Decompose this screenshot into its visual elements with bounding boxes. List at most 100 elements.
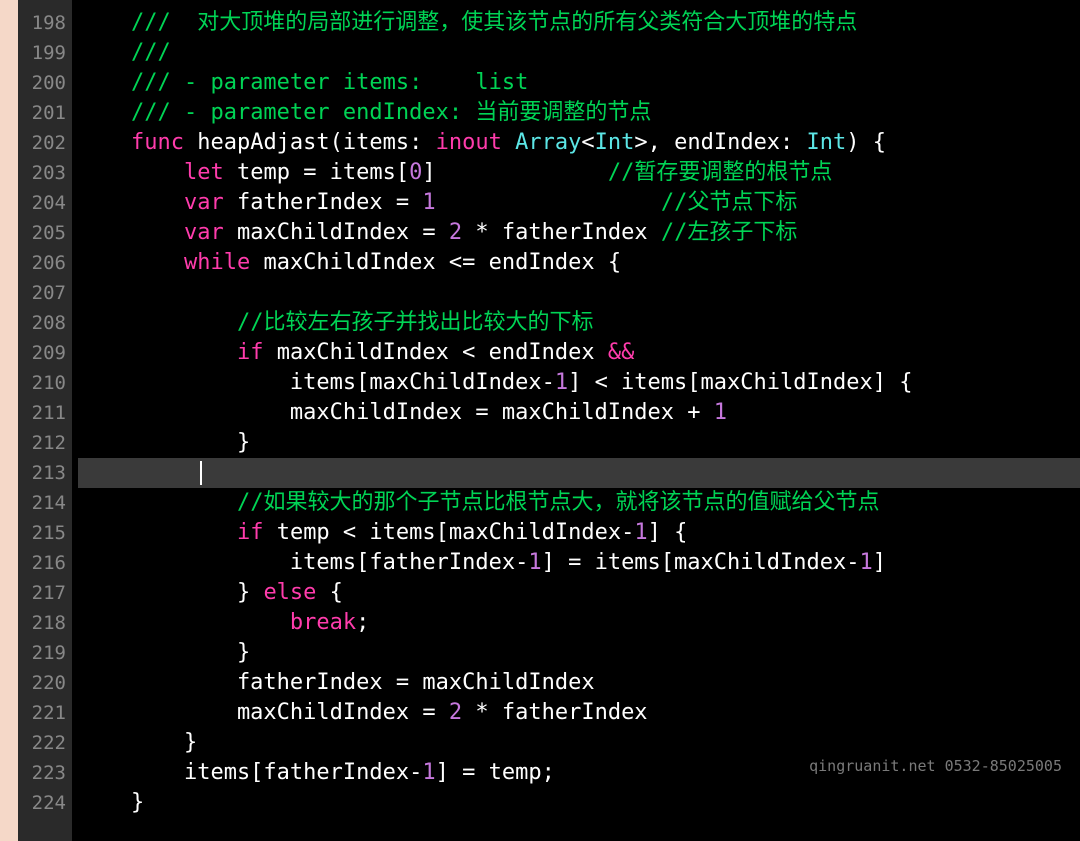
code-token: if [237, 340, 264, 365]
line-number: 220 [22, 668, 66, 698]
code-line[interactable]: //如果较大的那个子节点比根节点大，就将该节点的值赋给父节点 [78, 488, 1080, 518]
code-line[interactable]: fatherIndex = maxChildIndex [78, 668, 1080, 698]
code-token: var [184, 190, 224, 215]
line-number: 205 [22, 218, 66, 248]
line-number: 199 [22, 38, 66, 68]
code-token: 2 [449, 700, 462, 725]
code-line[interactable]: let temp = items[0] //暂存要调整的根节点 [78, 158, 1080, 188]
text-cursor [200, 461, 202, 485]
code-line[interactable]: } [78, 788, 1080, 818]
code-token: else [263, 580, 316, 605]
code-line[interactable]: items[fatherIndex- 1] = items[maxChildInd… [78, 548, 1080, 578]
code-token: } [78, 430, 250, 455]
code-line[interactable]: } [78, 638, 1080, 668]
code-token: while [184, 250, 250, 275]
code-token: items[fatherIndex- [78, 550, 528, 575]
code-token: items[fatherIndex- [78, 760, 422, 785]
code-token: 1 [634, 520, 647, 545]
code-token [78, 220, 184, 245]
code-line[interactable]: } else { [78, 578, 1080, 608]
line-number: 213 [22, 458, 66, 488]
line-number: 218 [22, 608, 66, 638]
code-token: maxChildIndex = [224, 220, 449, 245]
line-number: 219 [22, 638, 66, 668]
code-token: ] < items[maxChildIndex] { [568, 370, 912, 395]
code-line[interactable]: var fatherIndex = 1 //父节点下标 [78, 188, 1080, 218]
code-token: /// - parameter endIndex: 当前要调整的节点 [131, 100, 651, 125]
code-token [78, 490, 237, 515]
code-token: ] [422, 160, 607, 185]
code-token [78, 10, 131, 35]
code-line[interactable]: /// - parameter endIndex: 当前要调整的节点 [78, 98, 1080, 128]
code-token: func [131, 130, 184, 155]
code-token: ; [356, 610, 369, 635]
code-token: && [608, 340, 635, 365]
line-number: 224 [22, 788, 66, 818]
code-line[interactable]: func heapAdjast(items: inout Array<Int>,… [78, 128, 1080, 158]
line-number: 206 [22, 248, 66, 278]
code-token: //暂存要调整的根节点 [608, 160, 833, 185]
code-token: //左孩子下标 [661, 220, 798, 245]
code-token: if [237, 520, 264, 545]
code-token: Int [595, 130, 635, 155]
code-line[interactable]: maxChildIndex = 2 * fatherIndex [78, 698, 1080, 728]
code-token: 1 [422, 190, 435, 215]
code-editor[interactable]: 1981992002012022032042052062072082092102… [18, 0, 1080, 841]
code-token: maxChildIndex <= endIndex { [250, 250, 621, 275]
code-token: heapAdjast(items: [184, 130, 436, 155]
code-line[interactable]: var maxChildIndex = 2 * fatherIndex //左孩… [78, 218, 1080, 248]
code-line[interactable]: if temp < items[maxChildIndex-1] { [78, 518, 1080, 548]
code-token: 0 [409, 160, 422, 185]
code-token: /// 对大顶堆的局部进行调整，使其该节点的所有父类符合大顶堆的特点 [131, 10, 857, 35]
code-token: temp = items[ [224, 160, 409, 185]
code-line[interactable]: maxChildIndex = maxChildIndex + 1 [78, 398, 1080, 428]
line-number: 201 [22, 98, 66, 128]
code-line[interactable]: //比较左右孩子并找出比较大的下标 [78, 308, 1080, 338]
line-number: 200 [22, 68, 66, 98]
code-line[interactable] [78, 458, 1080, 488]
code-line[interactable]: break; [78, 608, 1080, 638]
line-number: 202 [22, 128, 66, 158]
code-token: temp < items[maxChildIndex- [263, 520, 634, 545]
code-token: >, endIndex: [634, 130, 806, 155]
code-line[interactable] [78, 278, 1080, 308]
line-number: 211 [22, 398, 66, 428]
line-number: 214 [22, 488, 66, 518]
code-token: items[maxChildIndex- [78, 370, 555, 395]
code-token: 1 [422, 760, 435, 785]
code-token: 1 [555, 370, 568, 395]
code-token: 1 [859, 550, 872, 575]
code-line[interactable]: /// 对大顶堆的局部进行调整，使其该节点的所有父类符合大顶堆的特点 [78, 8, 1080, 38]
code-line[interactable]: /// [78, 38, 1080, 68]
code-token: { [316, 580, 343, 605]
code-token: //比较左右孩子并找出比较大的下标 [237, 310, 594, 335]
line-number: 198 [22, 8, 66, 38]
code-token: /// [131, 40, 171, 65]
code-token [78, 190, 184, 215]
code-token: ] = items[maxChildIndex- [542, 550, 860, 575]
code-token: < [581, 130, 594, 155]
line-number: 221 [22, 698, 66, 728]
code-token: maxChildIndex = [78, 700, 449, 725]
code-line[interactable]: if maxChildIndex < endIndex && [78, 338, 1080, 368]
code-token [78, 340, 237, 365]
line-number-gutter: 1981992002012022032042052062072082092102… [18, 0, 72, 841]
code-token: Int [807, 130, 847, 155]
code-token: } [78, 730, 197, 755]
code-token [78, 40, 131, 65]
code-line[interactable]: while maxChildIndex <= endIndex { [78, 248, 1080, 278]
code-token: let [184, 160, 224, 185]
line-number: 215 [22, 518, 66, 548]
code-token: /// - parameter items: list [131, 70, 528, 95]
code-token: fatherIndex = maxChildIndex [78, 670, 595, 695]
code-token [502, 130, 515, 155]
code-line[interactable]: } [78, 428, 1080, 458]
line-number: 212 [22, 428, 66, 458]
code-line[interactable]: items[maxChildIndex-1] < items[maxChildI… [78, 368, 1080, 398]
code-area[interactable]: /// 对大顶堆的局部进行调整，使其该节点的所有父类符合大顶堆的特点 /// /… [72, 0, 1080, 841]
code-line[interactable]: /// - parameter items: list [78, 68, 1080, 98]
code-token: var [184, 220, 224, 245]
code-token: 2 [449, 220, 462, 245]
line-number: 217 [22, 578, 66, 608]
code-token [78, 610, 290, 635]
